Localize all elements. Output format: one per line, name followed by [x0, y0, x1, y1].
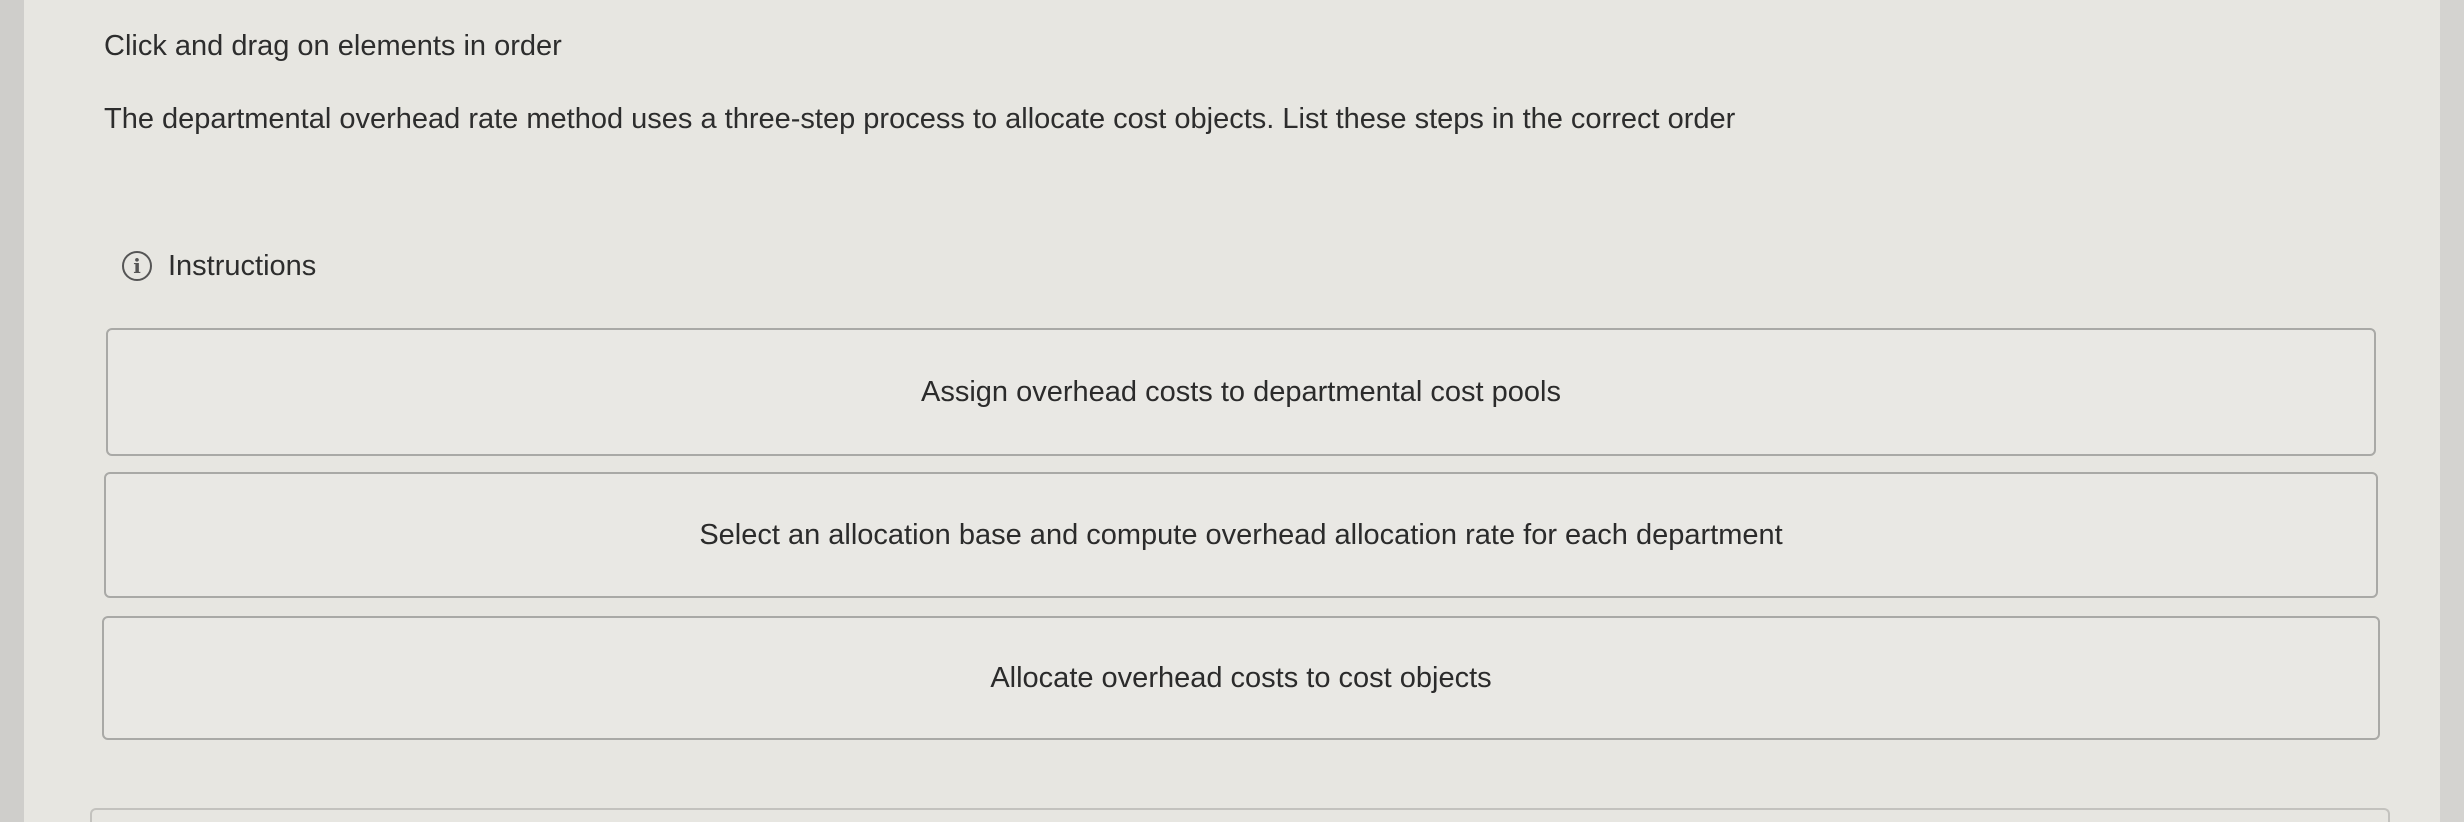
info-icon: i: [122, 251, 152, 281]
instructions-label: Instructions: [168, 249, 317, 282]
draggable-step-1[interactable]: Assign overhead costs to departmental co…: [106, 328, 2376, 456]
draggable-step-2[interactable]: Select an allocation base and compute ov…: [104, 472, 2378, 598]
right-page-edge: [2440, 0, 2464, 822]
answer-container-edge: [90, 808, 2390, 822]
task-heading: Click and drag on elements in order: [104, 30, 562, 62]
left-page-edge: [0, 0, 24, 822]
draggable-step-3[interactable]: Allocate overhead costs to cost objects: [102, 616, 2380, 740]
instructions-toggle[interactable]: i Instructions: [122, 246, 316, 286]
question-prompt: The departmental overhead rate method us…: [104, 103, 1736, 135]
